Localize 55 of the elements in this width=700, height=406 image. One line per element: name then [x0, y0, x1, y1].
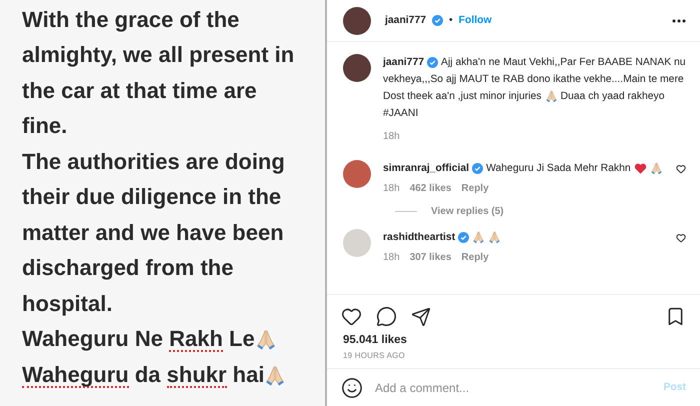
praying-hands-icon [488, 231, 502, 244]
note-text: With the grace of the [22, 8, 240, 33]
username[interactable]: jaani777 [383, 57, 424, 68]
username[interactable]: simranraj_official [383, 163, 470, 174]
note-text: The authorities are doing [22, 150, 285, 175]
emoji-icon[interactable] [341, 376, 363, 398]
view-replies-button[interactable]: View replies (5) [431, 206, 504, 217]
praying-hands-icon [472, 231, 486, 244]
comment-text: Dost theek aa'n ,just minor injuries [383, 91, 542, 102]
note-text: their due diligence in the [22, 186, 282, 210]
note-text: almighty, we all present in [22, 44, 294, 68]
avatar[interactable] [343, 6, 371, 34]
comment-text: #JAANI [383, 108, 418, 119]
praying-hands-icon [264, 364, 286, 387]
comment-text: Ajj akha'n ne Maut Vekhi,,Par Fer BAABE NANAK nu [441, 57, 686, 68]
avatar[interactable] [343, 160, 371, 188]
like-icon[interactable] [676, 233, 686, 243]
post-time: 19 HOURS AGO [342, 350, 406, 362]
username[interactable]: rashidtheartist [383, 232, 456, 243]
like-icon[interactable] [341, 306, 362, 327]
note-text: hai [232, 364, 264, 388]
timestamp: 18h [383, 252, 400, 263]
like-icon[interactable] [676, 164, 686, 174]
note-text: Waheguru [22, 364, 129, 388]
note-text: fine. [22, 115, 68, 140]
separator-dot: • [449, 15, 453, 26]
more-icon[interactable] [672, 18, 686, 22]
note-text: the car at that time are [22, 80, 257, 104]
timestamp: 18h [383, 183, 400, 194]
note-text: Waheguru Ne [22, 328, 164, 352]
comment-text: Duaa ch yaad rakheyo [560, 91, 664, 102]
comment-text: Waheguru Ji Sada Mehr Rakhn [486, 163, 631, 174]
like-count: 462 likes [410, 183, 452, 194]
praying-hands-icon [254, 329, 277, 352]
note-text: discharged from the [22, 257, 234, 282]
comment-text: vekheya,,,So ajj MAUT te RAB dono ikathe vekhe....Main te mere [383, 74, 684, 85]
heart-icon [634, 162, 647, 175]
note-text: Le [228, 328, 255, 352]
note-text: Rakh [169, 328, 223, 352]
username[interactable]: jaani777 [385, 15, 426, 26]
note-text: da [134, 364, 162, 388]
note-text: shukr [166, 364, 227, 388]
reply-button[interactable]: Reply [461, 183, 489, 194]
follow-link[interactable]: Follow [458, 15, 492, 26]
reply-button[interactable]: Reply [461, 252, 489, 263]
likes-count: 95.041 likes [342, 333, 408, 346]
avatar[interactable] [343, 54, 371, 82]
note-text: matter and we have been [22, 222, 284, 246]
praying-hands-icon [650, 162, 663, 175]
praying-hands-icon [544, 90, 558, 103]
like-count: 307 likes [410, 252, 452, 263]
comment-icon[interactable] [376, 306, 397, 327]
share-icon[interactable] [411, 306, 431, 326]
timestamp: 18h [383, 131, 400, 142]
note-text: hospital. [22, 292, 112, 317]
